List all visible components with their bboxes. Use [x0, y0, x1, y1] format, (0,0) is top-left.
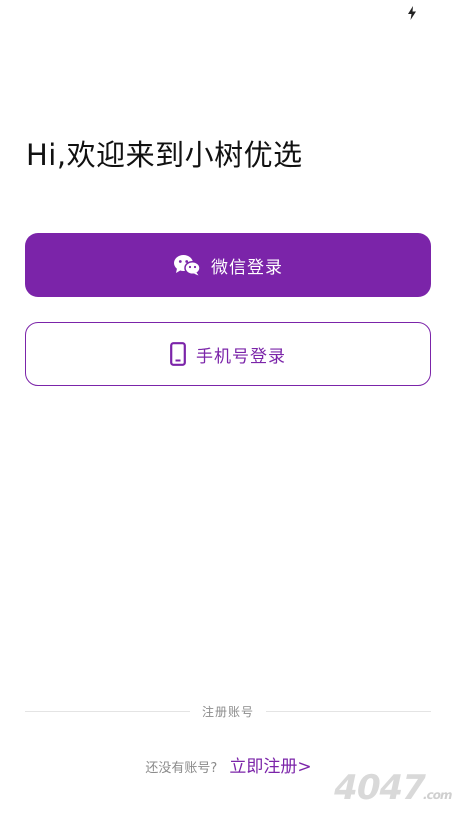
divider-line-right — [266, 710, 432, 712]
wechat-icon — [173, 254, 201, 276]
watermark-logo-text: 4047 — [329, 768, 429, 808]
wechat-login-button[interactable]: 微信登录 — [25, 233, 431, 297]
wechat-login-label: 微信登录 — [211, 257, 283, 278]
site-watermark: 4047.com — [330, 768, 457, 808]
status-bar — [0, 0, 457, 26]
no-account-text: 还没有账号? — [145, 761, 218, 776]
divider-line-left — [25, 710, 190, 712]
phone-login-label: 手机号登录 — [196, 346, 286, 367]
divider-label: 注册账号 — [202, 704, 255, 719]
phone-login-button[interactable]: 手机号登录 — [25, 322, 431, 386]
phone-icon — [170, 342, 186, 366]
register-divider: 注册账号 — [25, 702, 432, 720]
welcome-heading: Hi,欢迎来到小树优选 — [26, 138, 303, 172]
watermark-suffix: .com — [421, 788, 453, 802]
register-now-link[interactable]: 立即注册> — [229, 752, 311, 777]
charging-bolt-icon — [408, 6, 416, 20]
